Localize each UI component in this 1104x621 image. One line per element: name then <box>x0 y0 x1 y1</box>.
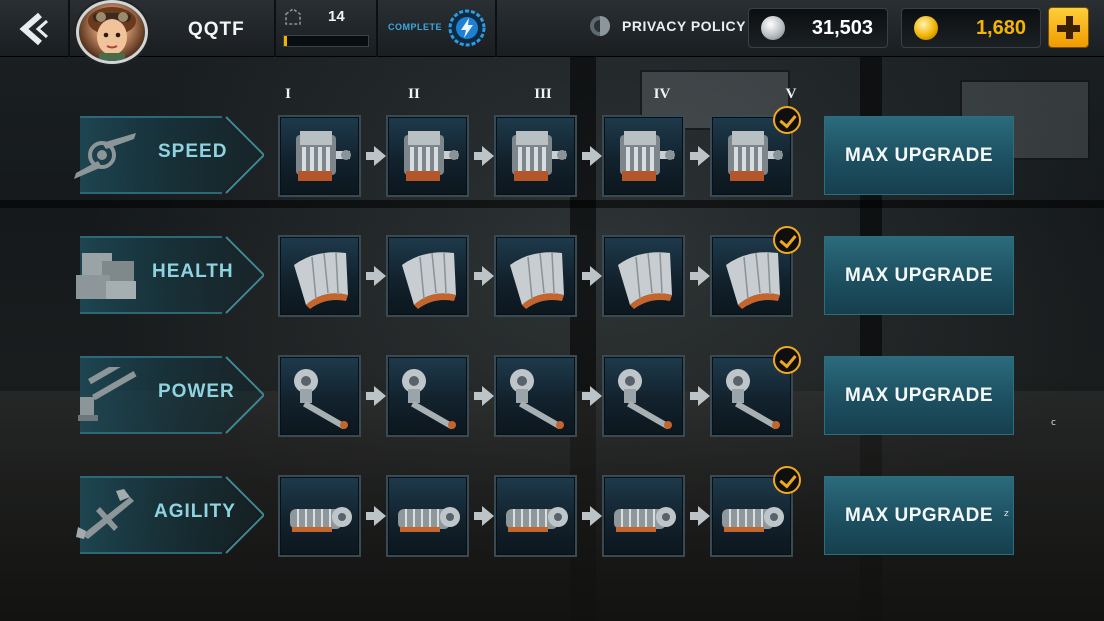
checkmark-icon <box>773 466 801 494</box>
arrow-right-icon <box>366 146 386 166</box>
hangar-beam <box>0 200 1104 208</box>
divider <box>376 0 378 57</box>
divider <box>274 0 276 57</box>
upgrade-slot-tier-iii[interactable] <box>494 475 577 557</box>
level-number: 14 <box>328 8 345 25</box>
pilot-portrait-icon <box>88 7 136 61</box>
globe-icon <box>590 16 610 36</box>
upgrade-row-power: POWER MAX UPGRADE <box>0 346 1104 437</box>
max-upgrade-button[interactable]: MAX UPGRADE <box>824 356 1014 435</box>
back-arrow-icon <box>19 12 48 45</box>
upgrade-slot-tier-ii[interactable] <box>386 355 469 437</box>
privacy-policy-link[interactable]: PRIVACY POLICY <box>588 14 746 38</box>
upgrade-row-agility: AGILITY MAX UPGRADE <box>0 466 1104 557</box>
tier-label: IV <box>653 86 671 102</box>
category-label: POWER <box>158 381 235 402</box>
arrow-right-icon <box>474 386 494 406</box>
checkmark-icon <box>773 346 801 374</box>
upgrade-slot-tier-iii[interactable] <box>494 355 577 437</box>
arrow-right-icon <box>582 146 602 166</box>
propeller-icon <box>74 127 140 183</box>
xp-progress-fill <box>284 36 287 46</box>
gold-coin-icon <box>914 16 938 40</box>
tier-label: I <box>285 86 291 102</box>
arrow-right-icon <box>366 386 386 406</box>
arrow-right-icon <box>474 146 494 166</box>
arrow-right-icon <box>582 386 602 406</box>
upgrade-slot-tier-iv[interactable] <box>602 115 685 197</box>
silver-amount: 31,503 <box>811 16 873 39</box>
player-name: QQTF <box>188 19 245 40</box>
category-label: SPEED <box>158 141 228 162</box>
complete-label: COMPLETE <box>388 22 443 32</box>
upgrade-slot-tier-iii[interactable] <box>494 115 577 197</box>
max-upgrade-button[interactable]: MAX UPGRADE <box>824 116 1014 195</box>
tier-label: III <box>534 86 552 102</box>
upgrade-slot-tier-ii[interactable] <box>386 115 469 197</box>
upgrade-slot-tier-iv[interactable] <box>602 475 685 557</box>
arrow-right-icon <box>366 266 386 286</box>
arrow-right-icon <box>582 506 602 526</box>
plane-icon <box>74 487 140 543</box>
checkmark-icon <box>773 106 801 134</box>
arrow-right-icon <box>474 266 494 286</box>
max-upgrade-button[interactable]: MAX UPGRADE <box>824 236 1014 315</box>
arrow-right-icon <box>366 506 386 526</box>
tier-label: II <box>408 86 420 102</box>
checkmark-icon <box>773 226 801 254</box>
upgrade-slot-tier-i[interactable] <box>278 235 361 317</box>
tier-label: V <box>785 86 797 102</box>
privacy-policy-label: PRIVACY POLICY <box>622 18 746 34</box>
silver-balance: 31,503 <box>748 8 888 48</box>
upgrade-row-health: HEALTH MAX UPGRADE <box>0 226 1104 317</box>
arrow-right-icon <box>474 506 494 526</box>
max-upgrade-button[interactable]: MAX UPGRADE <box>824 476 1014 555</box>
gold-balance: 1,680 <box>901 8 1041 48</box>
stray-glyph: c <box>1051 418 1056 428</box>
arrow-right-icon <box>690 266 710 286</box>
rank-badge-icon <box>285 8 301 25</box>
silver-coin-icon <box>761 16 785 40</box>
top-bar: QQTF 14 COMPLETE PRIVACY POLICY 31,503 1… <box>0 0 1104 64</box>
upgrade-slot-tier-ii[interactable] <box>386 475 469 557</box>
upgrade-slot-tier-i[interactable] <box>278 475 361 557</box>
armor-plates-icon <box>74 247 140 303</box>
upgrade-slot-tier-iv[interactable] <box>602 355 685 437</box>
category-label: HEALTH <box>152 261 234 282</box>
arrow-right-icon <box>582 266 602 286</box>
avatar[interactable] <box>76 0 148 64</box>
arrow-right-icon <box>690 386 710 406</box>
divider <box>68 0 70 57</box>
upgrade-slot-tier-i[interactable] <box>278 355 361 437</box>
stray-glyph: z <box>1004 509 1009 519</box>
divider <box>495 0 497 57</box>
machine-guns-icon <box>74 354 140 423</box>
back-button[interactable] <box>0 0 68 57</box>
upgrade-slot-tier-iv[interactable] <box>602 235 685 317</box>
xp-progress-bar <box>283 35 369 47</box>
category-label: AGILITY <box>154 501 236 522</box>
upgrade-slot-tier-iii[interactable] <box>494 235 577 317</box>
upgrade-row-speed: SPEED MAX UPGRADE <box>0 106 1104 197</box>
upgrade-slot-tier-ii[interactable] <box>386 235 469 317</box>
upgrade-slot-tier-i[interactable] <box>278 115 361 197</box>
lightning-badge-icon[interactable] <box>448 9 486 47</box>
gold-amount: 1,680 <box>975 16 1026 39</box>
add-currency-button[interactable] <box>1048 7 1089 48</box>
arrow-right-icon <box>690 146 710 166</box>
arrow-right-icon <box>690 506 710 526</box>
